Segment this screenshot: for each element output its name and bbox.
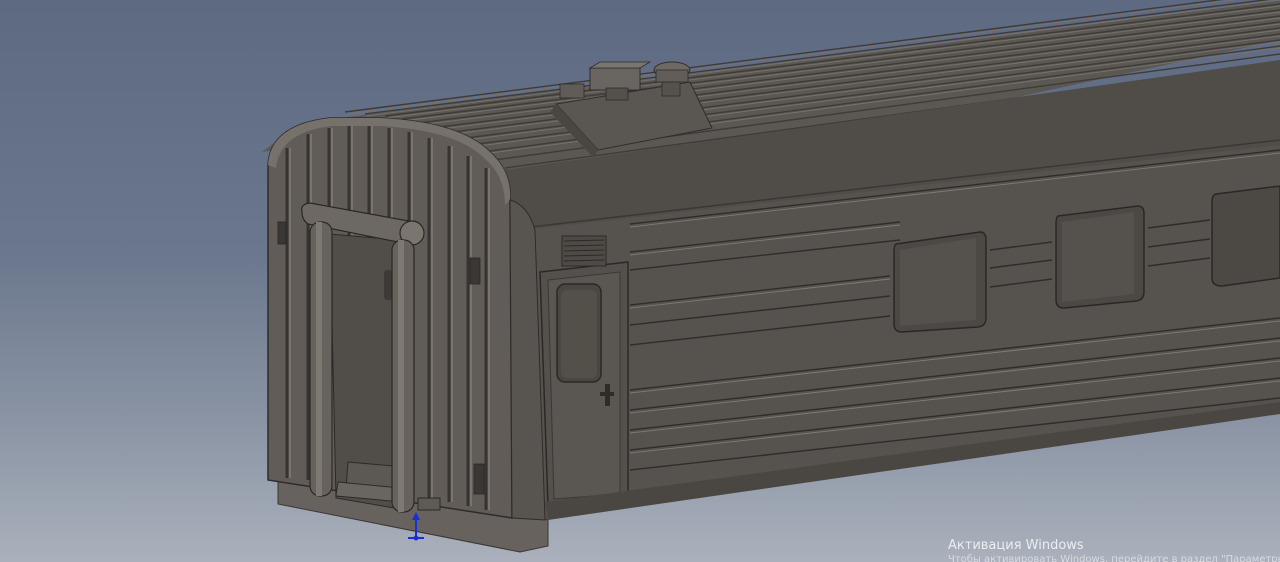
railcar-model[interactable]: [262, 0, 1280, 553]
model-view[interactable]: [0, 0, 1280, 562]
cad-viewport[interactable]: Активация Windows Чтобы активировать Win…: [0, 0, 1280, 562]
side-door: [539, 235, 629, 507]
end-door-latch: [384, 270, 392, 300]
